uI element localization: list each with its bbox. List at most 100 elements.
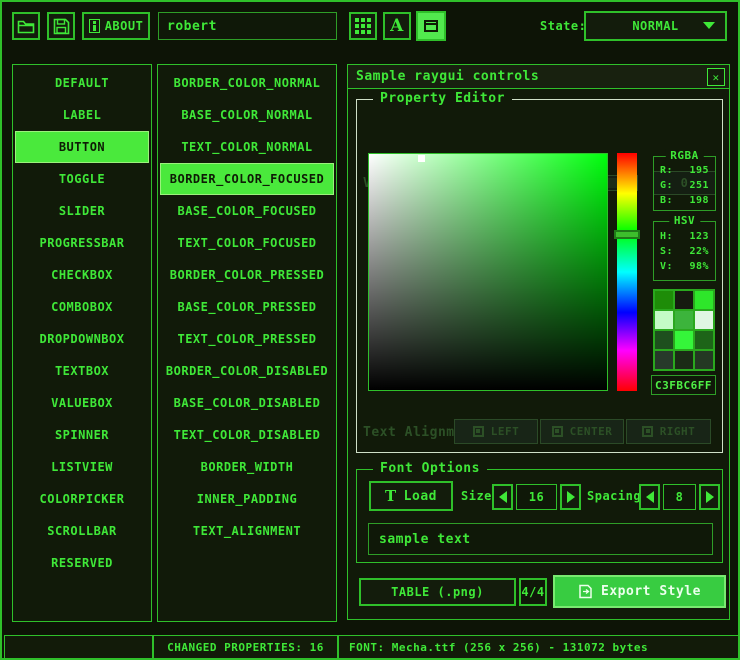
list-item-base_color_pressed[interactable]: BASE_COLOR_PRESSED <box>160 291 334 323</box>
sample-controls-window: Sample raygui controls ✕ Property Editor… <box>347 64 730 620</box>
list-item-border_color_focused[interactable]: BORDER_COLOR_FOCUSED <box>160 163 334 195</box>
list-item-progressbar[interactable]: PROGRESSBAR <box>15 227 149 259</box>
list-item-border_color_pressed[interactable]: BORDER_COLOR_PRESSED <box>160 259 334 291</box>
window-icon <box>424 20 438 32</box>
color-swatch[interactable] <box>695 351 713 369</box>
export-format-button[interactable]: TABLE (.png) <box>359 578 516 606</box>
list-item-valuebox[interactable]: VALUEBOX <box>15 387 149 419</box>
hue-slider-handle[interactable] <box>614 230 640 239</box>
list-item-text_color_disabled[interactable]: TEXT_COLOR_DISABLED <box>160 419 334 451</box>
font-A-icon: A <box>390 16 404 36</box>
pages-value: 4/4 <box>521 585 544 599</box>
r-label: R: <box>660 163 673 178</box>
hsv-group: HSV H:123 S:22% V:98% <box>653 221 716 281</box>
color-swatch[interactable] <box>655 351 673 369</box>
color-swatch[interactable] <box>675 351 693 369</box>
list-item-default[interactable]: DEFAULT <box>15 67 149 99</box>
list-item-listview[interactable]: LISTVIEW <box>15 451 149 483</box>
list-item-textbox[interactable]: TEXTBOX <box>15 355 149 387</box>
list-item-toggle[interactable]: TOGGLE <box>15 163 149 195</box>
size-increase-button[interactable] <box>560 484 581 510</box>
color-swatch[interactable] <box>675 331 693 349</box>
color-swatch[interactable] <box>695 331 713 349</box>
state-dropdown[interactable]: NORMAL <box>584 11 727 41</box>
list-item-text_color_pressed[interactable]: TEXT_COLOR_PRESSED <box>160 323 334 355</box>
property-editor-title: Property Editor <box>373 91 512 106</box>
list-item-base_color_focused[interactable]: BASE_COLOR_FOCUSED <box>160 195 334 227</box>
state-value: NORMAL <box>632 19 678 33</box>
list-item-text_color_focused[interactable]: TEXT_COLOR_FOCUSED <box>160 227 334 259</box>
list-item-scrollbar[interactable]: SCROLLBAR <box>15 515 149 547</box>
list-item-button[interactable]: BUTTON <box>15 131 149 163</box>
load-label: Load <box>404 489 437 504</box>
size-value: 16 <box>529 490 544 504</box>
style-colors-grid <box>653 289 715 371</box>
size-decrease-button[interactable] <box>492 484 513 510</box>
list-item-slider[interactable]: SLIDER <box>15 195 149 227</box>
sample-text-box[interactable]: sample text <box>368 523 713 555</box>
save-icon <box>53 18 70 35</box>
hue-bar[interactable] <box>617 153 637 391</box>
window-title: Sample raygui controls <box>356 69 539 84</box>
export-style-button[interactable]: Export Style <box>553 575 726 608</box>
arrow-right-icon <box>567 491 575 503</box>
list-item-reserved[interactable]: RESERVED <box>15 547 149 579</box>
list-item-base_color_disabled[interactable]: BASE_COLOR_DISABLED <box>160 387 334 419</box>
list-item-border_color_disabled[interactable]: BORDER_COLOR_DISABLED <box>160 355 334 387</box>
color-swatch[interactable] <box>695 291 713 309</box>
font-button[interactable]: A <box>383 12 411 40</box>
spacing-decrease-button[interactable] <box>639 484 660 510</box>
hex-color-value: C3FBC6FF <box>655 379 712 392</box>
color-swatch[interactable] <box>675 291 693 309</box>
hex-color-box[interactable]: C3FBC6FF <box>651 375 716 395</box>
align-left-toggle[interactable]: LEFT <box>454 419 538 444</box>
window-titlebar[interactable]: Sample raygui controls <box>348 65 729 89</box>
open-style-button[interactable] <box>12 12 40 40</box>
s-value: 22% <box>689 244 709 259</box>
size-value-box[interactable]: 16 <box>516 484 557 510</box>
g-value: 251 <box>689 178 709 193</box>
list-item-spinner[interactable]: SPINNER <box>15 419 149 451</box>
list-item-dropdownbox[interactable]: DROPDOWNBOX <box>15 323 149 355</box>
export-format-value: TABLE (.png) <box>391 585 484 599</box>
export-file-icon <box>578 584 593 599</box>
about-button[interactable]: ABOUT <box>82 12 150 40</box>
color-swatch[interactable] <box>675 311 693 329</box>
align-center-icon <box>552 426 563 437</box>
sample-text: sample text <box>379 532 471 547</box>
close-icon: ✕ <box>712 71 719 84</box>
spacing-value: 8 <box>676 490 684 504</box>
spacing-value-box[interactable]: 8 <box>663 484 696 510</box>
list-item-combobox[interactable]: COMBOBOX <box>15 291 149 323</box>
list-item-colorpicker[interactable]: COLORPICKER <box>15 483 149 515</box>
font-info-text: FONT: Mecha.ttf (256 x 256) - 131072 byt… <box>349 641 648 654</box>
export-style-label: Export Style <box>601 584 701 599</box>
save-style-button[interactable] <box>47 12 75 40</box>
list-item-text_alignment[interactable]: TEXT_ALIGNMENT <box>160 515 334 547</box>
control-panel-button[interactable] <box>416 11 446 41</box>
picker-cursor-icon[interactable] <box>418 155 425 162</box>
style-name-input[interactable] <box>158 12 337 40</box>
g-label: G: <box>660 178 673 193</box>
style-table-button[interactable] <box>349 12 377 40</box>
color-swatch[interactable] <box>655 331 673 349</box>
list-item-label[interactable]: LABEL <box>15 99 149 131</box>
list-item-inner_padding[interactable]: INNER_PADDING <box>160 483 334 515</box>
load-font-button[interactable]: T Load <box>369 481 453 511</box>
list-item-checkbox[interactable]: CHECKBOX <box>15 259 149 291</box>
pages-value-box[interactable]: 4/4 <box>519 578 547 606</box>
list-item-text_color_normal[interactable]: TEXT_COLOR_NORMAL <box>160 131 334 163</box>
close-button[interactable]: ✕ <box>707 68 725 86</box>
align-center-toggle[interactable]: CENTER <box>540 419 624 444</box>
align-right-label: RIGHT <box>660 425 696 438</box>
color-swatch[interactable] <box>695 311 713 329</box>
list-item-border_width[interactable]: BORDER_WIDTH <box>160 451 334 483</box>
controls-listview: DEFAULTLABELBUTTONTOGGLESLIDERPROGRESSBA… <box>12 64 152 622</box>
color-swatch[interactable] <box>655 291 673 309</box>
align-right-toggle[interactable]: RIGHT <box>626 419 711 444</box>
spacing-increase-button[interactable] <box>699 484 720 510</box>
list-item-base_color_normal[interactable]: BASE_COLOR_NORMAL <box>160 99 334 131</box>
color-picker-area[interactable] <box>368 153 608 391</box>
list-item-border_color_normal[interactable]: BORDER_COLOR_NORMAL <box>160 67 334 99</box>
color-swatch[interactable] <box>655 311 673 329</box>
